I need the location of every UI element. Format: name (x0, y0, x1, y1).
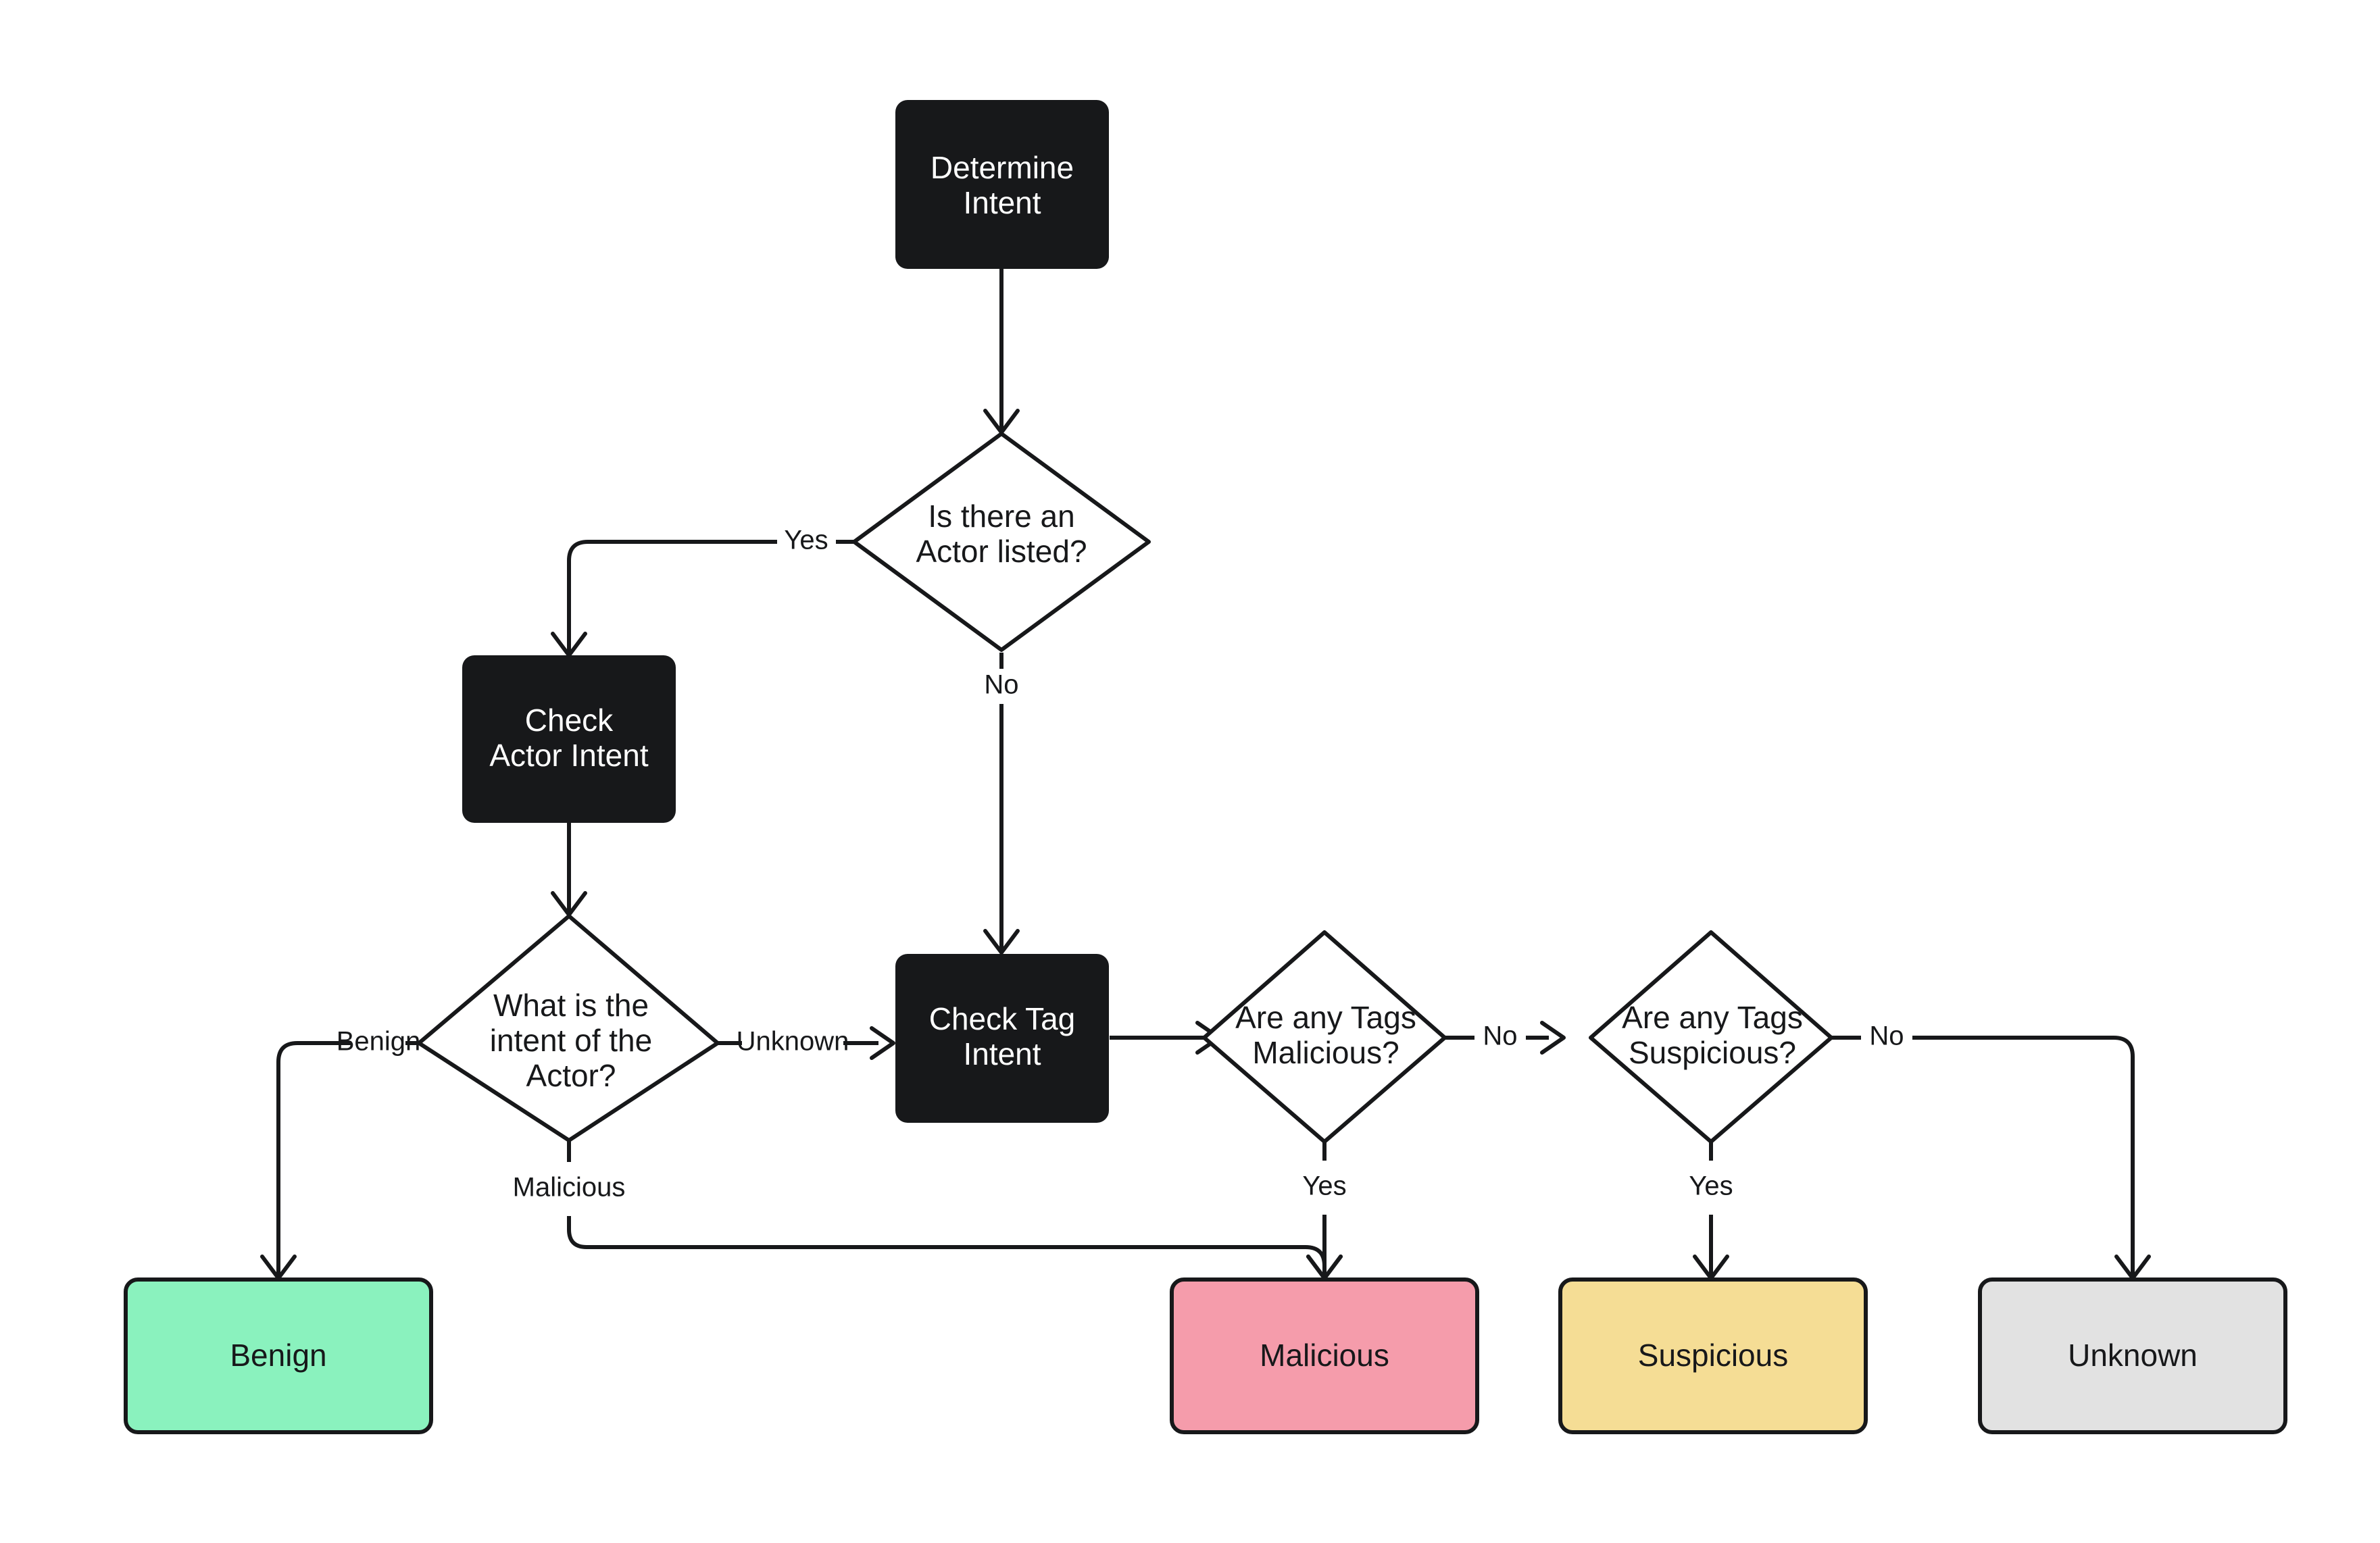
node-determine-intent[interactable]: Determine Intent (895, 100, 1109, 269)
determine-intent-label-line2: Intent (963, 185, 1041, 220)
edge-label-tagssuspicious-yes: Yes (1689, 1171, 1733, 1201)
edge-label-intent-malicious: Malicious (513, 1173, 626, 1203)
node-tags-malicious-question[interactable]: Are any Tags Malicious? (1202, 930, 1447, 1144)
actor-intent-question-label-line1: What is the (493, 988, 649, 1023)
edge-tagssuspicious-no (1831, 1036, 2151, 1280)
node-tags-suspicious-question[interactable]: Are any Tags Suspicious? (1589, 930, 1833, 1144)
edge-label-intent-unknown: Unknown (737, 1027, 849, 1057)
tags-suspicious-label-line2: Suspicious? (1629, 1035, 1796, 1070)
tags-malicious-label-line2: Malicious? (1252, 1035, 1399, 1070)
is-actor-listed-label-line1: Is there an (928, 499, 1074, 534)
node-check-actor-intent[interactable]: Check Actor Intent (462, 655, 676, 823)
result-unknown-label: Unknown (2068, 1338, 2198, 1373)
check-tag-intent-label-line1: Check Tag (929, 1001, 1076, 1036)
edge-check-actor-to-intent-question (551, 823, 587, 917)
check-tag-intent-label-line2: Intent (963, 1036, 1041, 1071)
tags-suspicious-label-line1: Are any Tags (1622, 1000, 1803, 1035)
node-check-tag-intent[interactable]: Check Tag Intent (895, 954, 1109, 1123)
node-result-unknown[interactable]: Unknown (1978, 1278, 2287, 1434)
result-benign-label: Benign (230, 1338, 326, 1373)
determine-intent-label-line1: Determine (931, 150, 1074, 185)
edge-tagsmalicious-yes (1306, 1135, 1343, 1280)
node-result-suspicious[interactable]: Suspicious (1558, 1278, 1868, 1434)
check-actor-intent-label-line1: Check (525, 703, 614, 738)
edge-label-tagssuspicious-no: No (1869, 1021, 1904, 1051)
edge-label-intent-benign: Benign (337, 1027, 421, 1057)
node-is-actor-listed[interactable]: Is there an Actor listed? (852, 432, 1151, 652)
edge-actor-yes (551, 540, 863, 657)
edge-tagssuspicious-yes (1693, 1135, 1729, 1280)
edge-label-tagsmalicious-no: No (1483, 1021, 1517, 1051)
check-actor-intent-label-line2: Actor Intent (489, 738, 648, 773)
edge-intent-benign (260, 1041, 419, 1280)
actor-intent-question-label-line2: intent of the (490, 1023, 652, 1058)
node-result-malicious[interactable]: Malicious (1170, 1278, 1479, 1434)
result-malicious-label: Malicious (1260, 1338, 1389, 1373)
tags-malicious-label-line1: Are any Tags (1235, 1000, 1416, 1035)
edge-label-tagsmalicious-yes: Yes (1302, 1171, 1346, 1201)
flowchart-svg: left then down to Check Actor Intent -->… (124, 100, 2287, 1434)
node-actor-intent-question[interactable]: What is the intent of the Actor? (417, 914, 720, 1142)
result-suspicious-label: Suspicious (1638, 1338, 1788, 1373)
is-actor-listed-label-line2: Actor listed? (916, 534, 1087, 569)
edge-label-actor-yes: Yes (784, 526, 828, 555)
node-result-benign[interactable]: Benign (124, 1278, 433, 1434)
flowchart-canvas: left then down to Check Actor Intent -->… (0, 0, 2380, 1543)
edge-determine-to-actor-question (983, 269, 1020, 434)
edge-label-actor-no: No (984, 670, 1018, 700)
actor-intent-question-label-line3: Actor? (526, 1058, 616, 1093)
edge-intent-malicious (567, 1140, 1343, 1280)
